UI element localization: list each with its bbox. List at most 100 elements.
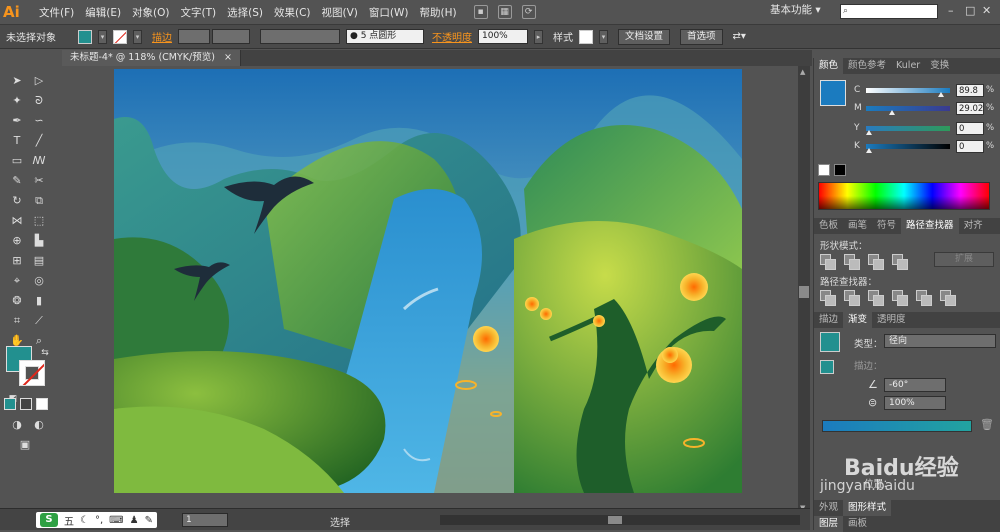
rotate-tool-icon[interactable]: ↻ — [8, 192, 26, 210]
gradient-mode-icon[interactable] — [20, 398, 32, 410]
tab-align[interactable]: 对齐 — [959, 218, 988, 234]
chevron-right-icon[interactable]: ▸ — [534, 29, 543, 44]
slice-tool-icon[interactable]: ⟋ — [30, 312, 48, 330]
minimize-icon[interactable]: – — [948, 4, 954, 17]
vertical-scrollbar[interactable]: ▲ ▼ — [798, 66, 810, 516]
tab-symbols[interactable]: 符号 — [872, 218, 901, 234]
tab-color-guide[interactable]: 颜色参考 — [843, 58, 891, 74]
rectangle-tool-icon[interactable]: ▭ — [8, 152, 26, 170]
width-tool-icon[interactable]: ⋈ — [8, 212, 26, 230]
scissors-icon[interactable]: ✂ — [30, 172, 48, 190]
artboard[interactable] — [114, 69, 742, 493]
canvas-area[interactable] — [62, 66, 798, 516]
trash-icon[interactable]: 🗑 — [980, 418, 994, 431]
document-setup-button[interactable]: 文档设置 — [618, 28, 671, 45]
magic-wand-icon[interactable]: ✦ — [8, 92, 26, 110]
stroke-swatch[interactable] — [113, 29, 127, 44]
keyboard-icon[interactable]: ⌨ — [109, 515, 123, 526]
stroke-weight-field[interactable] — [178, 29, 210, 44]
gradient-slider[interactable] — [822, 420, 972, 432]
menu-window[interactable]: 窗口(W) — [369, 5, 409, 20]
menu-file[interactable]: 文件(F) — [39, 5, 74, 20]
document-tab[interactable]: 未标题-4* @ 118% (CMYK/预览) × — [62, 50, 241, 66]
eyedropper-icon[interactable]: ⌖ — [8, 272, 26, 290]
type-tool-icon[interactable]: T — [8, 132, 26, 150]
direct-selection-tool-icon[interactable]: ▷ — [30, 72, 48, 90]
stroke-color-box[interactable] — [19, 360, 45, 386]
artboard-tool-icon[interactable]: ⌗ — [8, 312, 26, 330]
none-swatch[interactable] — [818, 164, 830, 176]
gradient-type-dropdown[interactable]: 径向 — [884, 334, 996, 348]
tab-appearance[interactable]: 外观 — [814, 500, 843, 516]
slider-marker[interactable] — [866, 147, 872, 153]
brush-dropdown[interactable]: ● 5 点圆形 — [346, 29, 424, 44]
menu-edit[interactable]: 编辑(E) — [85, 5, 121, 20]
black-swatch[interactable] — [834, 164, 846, 176]
slider-marker[interactable] — [937, 91, 944, 97]
menu-effect[interactable]: 效果(C) — [274, 5, 311, 20]
blend-tool-icon[interactable]: ◎ — [30, 272, 48, 290]
none-mode-icon[interactable] — [36, 398, 48, 410]
sync-icon[interactable]: ⟳ — [521, 5, 536, 19]
merge-icon[interactable] — [868, 290, 884, 306]
moon-icon[interactable]: ☾ — [80, 515, 89, 526]
black-slider[interactable] — [866, 143, 950, 153]
color-well[interactable] — [820, 80, 846, 106]
black-field[interactable]: 0 — [956, 139, 984, 153]
menu-help[interactable]: 帮助(H) — [420, 5, 457, 20]
column-graph-icon[interactable]: ▮ — [30, 292, 48, 310]
workspace-switcher[interactable]: 基本功能 ▾ — [770, 2, 821, 17]
graphic-style-swatch[interactable] — [579, 29, 593, 44]
tab-pathfinder[interactable]: 路径查找器 — [901, 218, 959, 234]
crop-icon[interactable] — [892, 290, 908, 306]
gradient-aspect-field[interactable]: 100% — [884, 396, 946, 410]
scroll-up-icon[interactable]: ▲ — [800, 68, 805, 76]
cyan-field[interactable]: 89.8 — [956, 83, 984, 97]
arrange-icon[interactable]: ⇄▾ — [733, 31, 746, 42]
search-input[interactable]: ⌕ — [840, 4, 938, 19]
tab-color[interactable]: 颜色 — [814, 58, 844, 74]
gradient-preview[interactable] — [820, 332, 840, 352]
tab-transparency[interactable]: 透明度 — [872, 312, 911, 328]
close-icon[interactable]: ✕ — [982, 4, 991, 17]
artboard-navigation-field[interactable]: 1 — [182, 513, 228, 527]
lasso-tool-icon[interactable]: ᘐ — [30, 92, 48, 110]
perspective-grid-icon[interactable]: ▙ — [30, 232, 48, 250]
maximize-icon[interactable]: □ — [965, 4, 975, 17]
expand-button[interactable]: 扩展 — [934, 252, 994, 267]
ime-toolbar[interactable]: S 五 ☾ °, ⌨ ♟ ✎ — [36, 512, 157, 528]
line-tool-icon[interactable]: ╱ — [30, 132, 48, 150]
opacity-field[interactable]: 100% — [478, 29, 528, 44]
curvature-tool-icon[interactable]: ∽ — [30, 112, 48, 130]
close-tab-icon[interactable]: × — [224, 52, 232, 63]
horizontal-scrollbar[interactable] — [440, 515, 800, 525]
tab-brushes[interactable]: 画笔 — [843, 218, 872, 234]
gradient-angle-field[interactable]: -60° — [884, 378, 946, 392]
chevron-down-icon[interactable]: ▾ — [599, 29, 608, 44]
menu-select[interactable]: 选择(S) — [227, 5, 263, 20]
pen-tool-icon[interactable]: ✒ — [8, 112, 26, 130]
cyan-slider[interactable] — [866, 87, 950, 97]
unite-icon[interactable] — [820, 254, 836, 270]
variable-width-dropdown[interactable] — [260, 29, 340, 44]
draw-inside-icon[interactable]: ◐ — [30, 416, 48, 434]
tab-gradient[interactable]: 渐变 — [843, 312, 873, 328]
slider-marker[interactable] — [866, 129, 872, 135]
symbol-sprayer-icon[interactable]: ❂ — [8, 292, 26, 310]
arrange-documents-icon[interactable]: ▦ — [497, 5, 512, 19]
yellow-slider[interactable] — [866, 125, 950, 135]
settings-icon[interactable]: ✎ — [145, 515, 153, 526]
menu-view[interactable]: 视图(V) — [322, 5, 358, 20]
punctuation-icon[interactable]: °, — [95, 515, 103, 526]
pencil-tool-icon[interactable]: ✎ — [8, 172, 26, 190]
scale-tool-icon[interactable]: ⧉ — [30, 192, 48, 210]
color-mode-icon[interactable] — [4, 398, 16, 410]
scroll-thumb[interactable] — [608, 516, 622, 524]
stroke-weight-dropdown[interactable] — [212, 29, 250, 44]
slider-marker[interactable] — [889, 109, 896, 115]
swap-colors-icon[interactable]: ⇆ — [36, 344, 54, 362]
mesh-tool-icon[interactable]: ⊞ — [8, 252, 26, 270]
exclude-icon[interactable] — [892, 254, 908, 270]
stroke-label[interactable]: 描边 — [152, 29, 172, 44]
minus-back-icon[interactable] — [940, 290, 956, 306]
